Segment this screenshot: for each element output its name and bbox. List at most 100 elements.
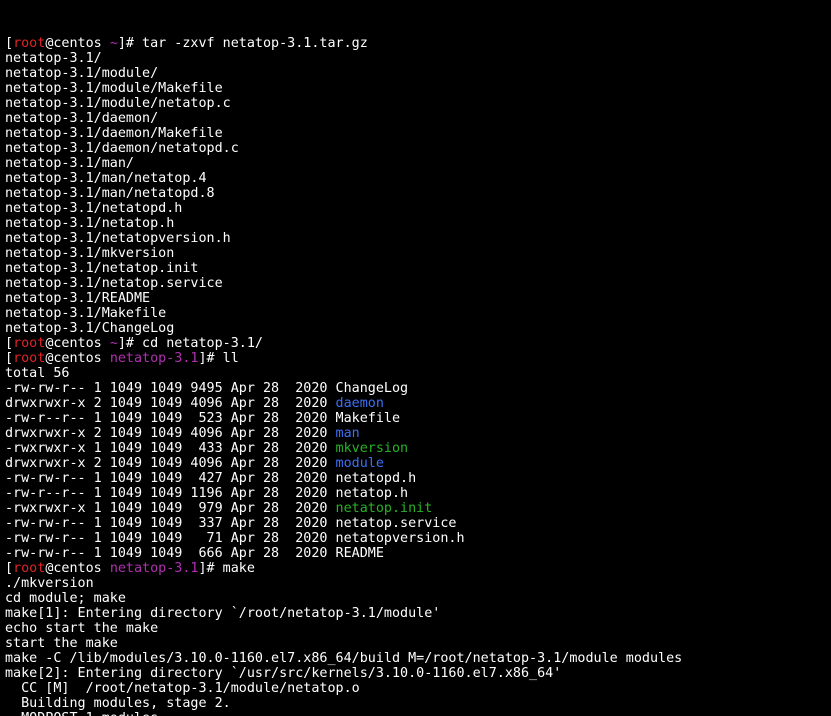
terminal-line: netatop-3.1/daemon/netatopd.c xyxy=(5,141,831,156)
terminal-text: [ xyxy=(5,351,14,366)
terminal-text: netatop-3.1/README xyxy=(5,291,151,306)
terminal-text: netatop-3.1/Makefile xyxy=(5,306,167,321)
terminal-line: netatop-3.1/man/netatop.4 xyxy=(5,171,831,186)
terminal-text: @centos xyxy=(45,36,110,51)
terminal-text: ]# tar -zxvf netatop-3.1.tar.gz xyxy=(117,36,368,51)
terminal-line: ./mkversion xyxy=(5,576,831,591)
terminal-line: -rw-rw-r-- 1 1049 1049 71 Apr 28 2020 ne… xyxy=(5,531,831,546)
terminal-line: netatop-3.1/netatop.service xyxy=(5,276,831,291)
terminal-text: make -C /lib/modules/3.10.0-1160.el7.x86… xyxy=(5,651,683,666)
terminal-text: netatop-3.1/netatop.h xyxy=(5,216,175,231)
terminal-text: echo start the make xyxy=(5,621,159,636)
terminal-text: -rw-r--r-- 1 1049 1049 1196 Apr 28 2020 … xyxy=(5,486,409,501)
terminal-text: ]# ll xyxy=(198,351,239,366)
terminal-text: -rw-rw-r-- 1 1049 1049 9495 Apr 28 2020 … xyxy=(5,381,409,396)
terminal-text: [ xyxy=(5,561,14,576)
terminal-line: -rw-rw-r-- 1 1049 1049 427 Apr 28 2020 n… xyxy=(5,471,831,486)
prompt-directory: ~ xyxy=(109,336,118,351)
terminal-line: [root@centos netatop-3.1]# ll xyxy=(5,351,831,366)
terminal-line: -rw-r--r-- 1 1049 1049 1196 Apr 28 2020 … xyxy=(5,486,831,501)
terminal-text: make[2]: Entering directory `/usr/src/ke… xyxy=(5,666,562,681)
terminal-text: -rwxrwxr-x 1 1049 1049 979 Apr 28 2020 xyxy=(5,501,336,516)
directory-name: man xyxy=(335,426,360,441)
prompt-user: root xyxy=(13,561,46,576)
prompt-directory: netatop-3.1 xyxy=(109,561,199,576)
terminal-line: netatop-3.1/netatop.init xyxy=(5,261,831,276)
terminal-line: [root@centos netatop-3.1]# make xyxy=(5,561,831,576)
terminal-line: MODPOST 1 modules xyxy=(5,711,831,716)
terminal-text: netatop-3.1/module/ xyxy=(5,66,159,81)
terminal-line: netatop-3.1/mkversion xyxy=(5,246,831,261)
terminal-text: drwxrwxr-x 2 1049 1049 4096 Apr 28 2020 xyxy=(5,426,336,441)
directory-name: daemon xyxy=(335,396,384,411)
prompt-user: root xyxy=(13,36,46,51)
terminal-text: netatop-3.1/daemon/netatopd.c xyxy=(5,141,239,156)
terminal-line: -rw-rw-r-- 1 1049 1049 666 Apr 28 2020 R… xyxy=(5,546,831,561)
prompt-user: root xyxy=(13,336,46,351)
executable-name: mkversion xyxy=(335,441,409,456)
prompt-user: root xyxy=(13,351,46,366)
terminal-text: netatop-3.1/module/Makefile xyxy=(5,81,223,96)
terminal-text: drwxrwxr-x 2 1049 1049 4096 Apr 28 2020 xyxy=(5,456,336,471)
terminal-line: drwxrwxr-x 2 1049 1049 4096 Apr 28 2020 … xyxy=(5,396,831,411)
terminal-line: Building modules, stage 2. xyxy=(5,696,831,711)
prompt-directory: netatop-3.1 xyxy=(109,351,199,366)
terminal-line: [root@centos ~]# cd netatop-3.1/ xyxy=(5,336,831,351)
terminal-text: @centos xyxy=(45,351,110,366)
terminal-text: netatop-3.1/man/ xyxy=(5,156,134,171)
terminal-output: [root@centos ~]# tar -zxvf netatop-3.1.t… xyxy=(5,36,831,716)
terminal-text: CC [M] /root/netatop-3.1/module/netatop.… xyxy=(5,681,360,696)
terminal-text: netatop-3.1/daemon/ xyxy=(5,111,159,126)
terminal-text: netatop-3.1/netatop.init xyxy=(5,261,199,276)
terminal-line: netatop-3.1/ xyxy=(5,51,831,66)
terminal-line: netatop-3.1/daemon/Makefile xyxy=(5,126,831,141)
terminal-text: @centos xyxy=(45,336,110,351)
executable-name: netatop.init xyxy=(335,501,433,516)
terminal-line: make -C /lib/modules/3.10.0-1160.el7.x86… xyxy=(5,651,831,666)
terminal-text: MODPOST 1 modules xyxy=(5,711,158,716)
terminal-text: start the make xyxy=(5,636,118,651)
terminal-text: netatop-3.1/man/netatopd.8 xyxy=(5,186,215,201)
terminal-line: [root@centos ~]# tar -zxvf netatop-3.1.t… xyxy=(5,36,831,51)
terminal-text: total 56 xyxy=(5,366,70,381)
terminal-text: -rw-rw-r-- 1 1049 1049 337 Apr 28 2020 n… xyxy=(5,516,457,531)
directory-name: module xyxy=(335,456,384,471)
terminal-line: cd module; make xyxy=(5,591,831,606)
terminal-text: Building modules, stage 2. xyxy=(5,696,231,711)
terminal-text: -rw-rw-r-- 1 1049 1049 427 Apr 28 2020 n… xyxy=(5,471,417,486)
terminal-line: netatop-3.1/man/ xyxy=(5,156,831,171)
terminal-line: netatop-3.1/module/Makefile xyxy=(5,81,831,96)
terminal-line: make[2]: Entering directory `/usr/src/ke… xyxy=(5,666,831,681)
terminal-text: netatop-3.1/module/netatop.c xyxy=(5,96,231,111)
terminal-text: netatop-3.1/ChangeLog xyxy=(5,321,175,336)
terminal-line: -rw-rw-r-- 1 1049 1049 9495 Apr 28 2020 … xyxy=(5,381,831,396)
terminal-text: ]# make xyxy=(198,561,255,576)
terminal-text: -rw-rw-r-- 1 1049 1049 666 Apr 28 2020 R… xyxy=(5,546,384,561)
terminal-text: -rw-rw-r-- 1 1049 1049 71 Apr 28 2020 ne… xyxy=(5,531,465,546)
prompt-directory: ~ xyxy=(109,36,118,51)
terminal-text: -rw-r--r-- 1 1049 1049 523 Apr 28 2020 M… xyxy=(5,411,401,426)
terminal-line: -rwxrwxr-x 1 1049 1049 979 Apr 28 2020 n… xyxy=(5,501,831,516)
terminal-text: @centos xyxy=(45,561,110,576)
terminal-text: drwxrwxr-x 2 1049 1049 4096 Apr 28 2020 xyxy=(5,396,336,411)
terminal-text: netatop-3.1/man/netatop.4 xyxy=(5,171,207,186)
terminal-line: netatop-3.1/module/netatop.c xyxy=(5,96,831,111)
terminal-window[interactable]: [root@centos ~]# tar -zxvf netatop-3.1.t… xyxy=(0,0,831,716)
terminal-text: netatop-3.1/daemon/Makefile xyxy=(5,126,223,141)
terminal-text: make[1]: Entering directory `/root/netat… xyxy=(5,606,441,621)
terminal-line: CC [M] /root/netatop-3.1/module/netatop.… xyxy=(5,681,831,696)
terminal-line: netatop-3.1/README xyxy=(5,291,831,306)
terminal-line: start the make xyxy=(5,636,831,651)
terminal-line: netatop-3.1/ChangeLog xyxy=(5,321,831,336)
terminal-line: netatop-3.1/Makefile xyxy=(5,306,831,321)
terminal-text: ]# cd netatop-3.1/ xyxy=(117,336,263,351)
terminal-line: -rw-rw-r-- 1 1049 1049 337 Apr 28 2020 n… xyxy=(5,516,831,531)
terminal-line: netatop-3.1/man/netatopd.8 xyxy=(5,186,831,201)
terminal-text: -rwxrwxr-x 1 1049 1049 433 Apr 28 2020 xyxy=(5,441,336,456)
terminal-text: netatop-3.1/netatopversion.h xyxy=(5,231,231,246)
terminal-line: -rw-r--r-- 1 1049 1049 523 Apr 28 2020 M… xyxy=(5,411,831,426)
terminal-text: [ xyxy=(5,36,14,51)
terminal-text: netatop-3.1/netatopd.h xyxy=(5,201,183,216)
terminal-text: netatop-3.1/mkversion xyxy=(5,246,175,261)
terminal-line: netatop-3.1/netatopd.h xyxy=(5,201,831,216)
